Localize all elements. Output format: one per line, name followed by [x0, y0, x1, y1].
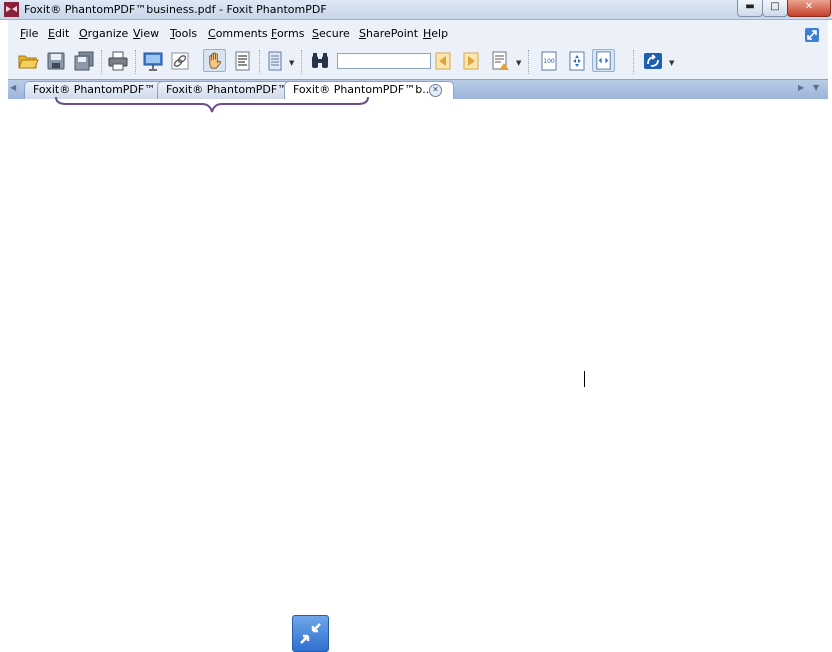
select-text-icon[interactable] [232, 50, 254, 72]
tab-group-brace [55, 96, 369, 113]
menu-file[interactable]: File [20, 27, 38, 40]
fit-page-icon[interactable] [566, 50, 588, 72]
close-button[interactable]: ✕ [787, 0, 831, 17]
open-folder-icon[interactable] [17, 50, 39, 72]
sharepoint-icon[interactable] [642, 50, 664, 72]
minimize-button[interactable]: ▬ [737, 0, 763, 17]
print-icon[interactable] [107, 50, 129, 72]
previous-result-icon[interactable] [432, 50, 454, 72]
save-icon[interactable] [45, 50, 67, 72]
full-screen-icon[interactable] [805, 28, 819, 42]
dropdown-arrow-icon[interactable]: ▼ [289, 59, 294, 67]
menu-sharepoint[interactable]: SharePoint [359, 27, 418, 40]
toolbar-separator [135, 50, 137, 74]
foxit-app-icon [4, 2, 19, 17]
menu-help[interactable]: Help [423, 27, 448, 40]
menu-forms[interactable]: Forms [271, 27, 304, 40]
toolbar-separator [259, 50, 261, 74]
dropdown-arrow-icon[interactable]: ▼ [516, 59, 521, 67]
menu-view[interactable]: View [133, 27, 159, 40]
close-tab-icon[interactable]: ✕ [429, 84, 442, 97]
find-icon[interactable] [309, 50, 331, 72]
tab-label: Foxit® PhantomPDF™ ... [33, 83, 166, 96]
hand-tool-icon[interactable] [203, 49, 226, 72]
svg-text:100: 100 [543, 58, 555, 65]
window-title: Foxit® PhantomPDF™business.pdf - Foxit P… [24, 3, 327, 16]
title-bar: Foxit® PhantomPDF™business.pdf - Foxit P… [0, 0, 832, 20]
scroll-left-icon[interactable]: ◀ [10, 83, 16, 92]
menu-secure[interactable]: Secure [312, 27, 350, 40]
search-input[interactable] [337, 53, 431, 69]
exit-full-screen-icon[interactable] [292, 615, 329, 652]
fit-width-icon[interactable] [592, 49, 615, 72]
search-options-icon[interactable] [489, 50, 511, 72]
menu-bar: File Edit Organize View Tools Comments F… [8, 24, 828, 44]
next-result-icon[interactable] [460, 50, 482, 72]
tab-list-icon[interactable]: ▼ [813, 83, 819, 92]
maximize-button[interactable]: □ [762, 0, 788, 17]
menu-tools[interactable]: Tools [170, 27, 197, 40]
scroll-right-icon[interactable]: ▶ [798, 83, 804, 92]
tab-label: Foxit® PhantomPDF™ ... [166, 83, 291, 96]
page-layout-icon[interactable] [264, 50, 286, 72]
dropdown-arrow-icon[interactable]: ▼ [669, 59, 674, 67]
toolbar-separator [301, 50, 303, 74]
menu-comments[interactable]: Comments [208, 27, 268, 40]
toolbar-separator [528, 50, 530, 74]
save-all-icon[interactable] [73, 50, 95, 72]
link-icon[interactable] [169, 50, 191, 72]
toolbar-separator [633, 50, 635, 74]
toolbar-separator [101, 50, 103, 74]
tab-label: Foxit® PhantomPDF™b... [293, 83, 433, 96]
actual-size-icon[interactable]: 100 [538, 50, 560, 72]
menu-edit[interactable]: Edit [48, 27, 69, 40]
menu-organize[interactable]: Organize [79, 27, 128, 40]
text-cursor [584, 371, 585, 387]
presentation-icon[interactable] [142, 50, 164, 72]
